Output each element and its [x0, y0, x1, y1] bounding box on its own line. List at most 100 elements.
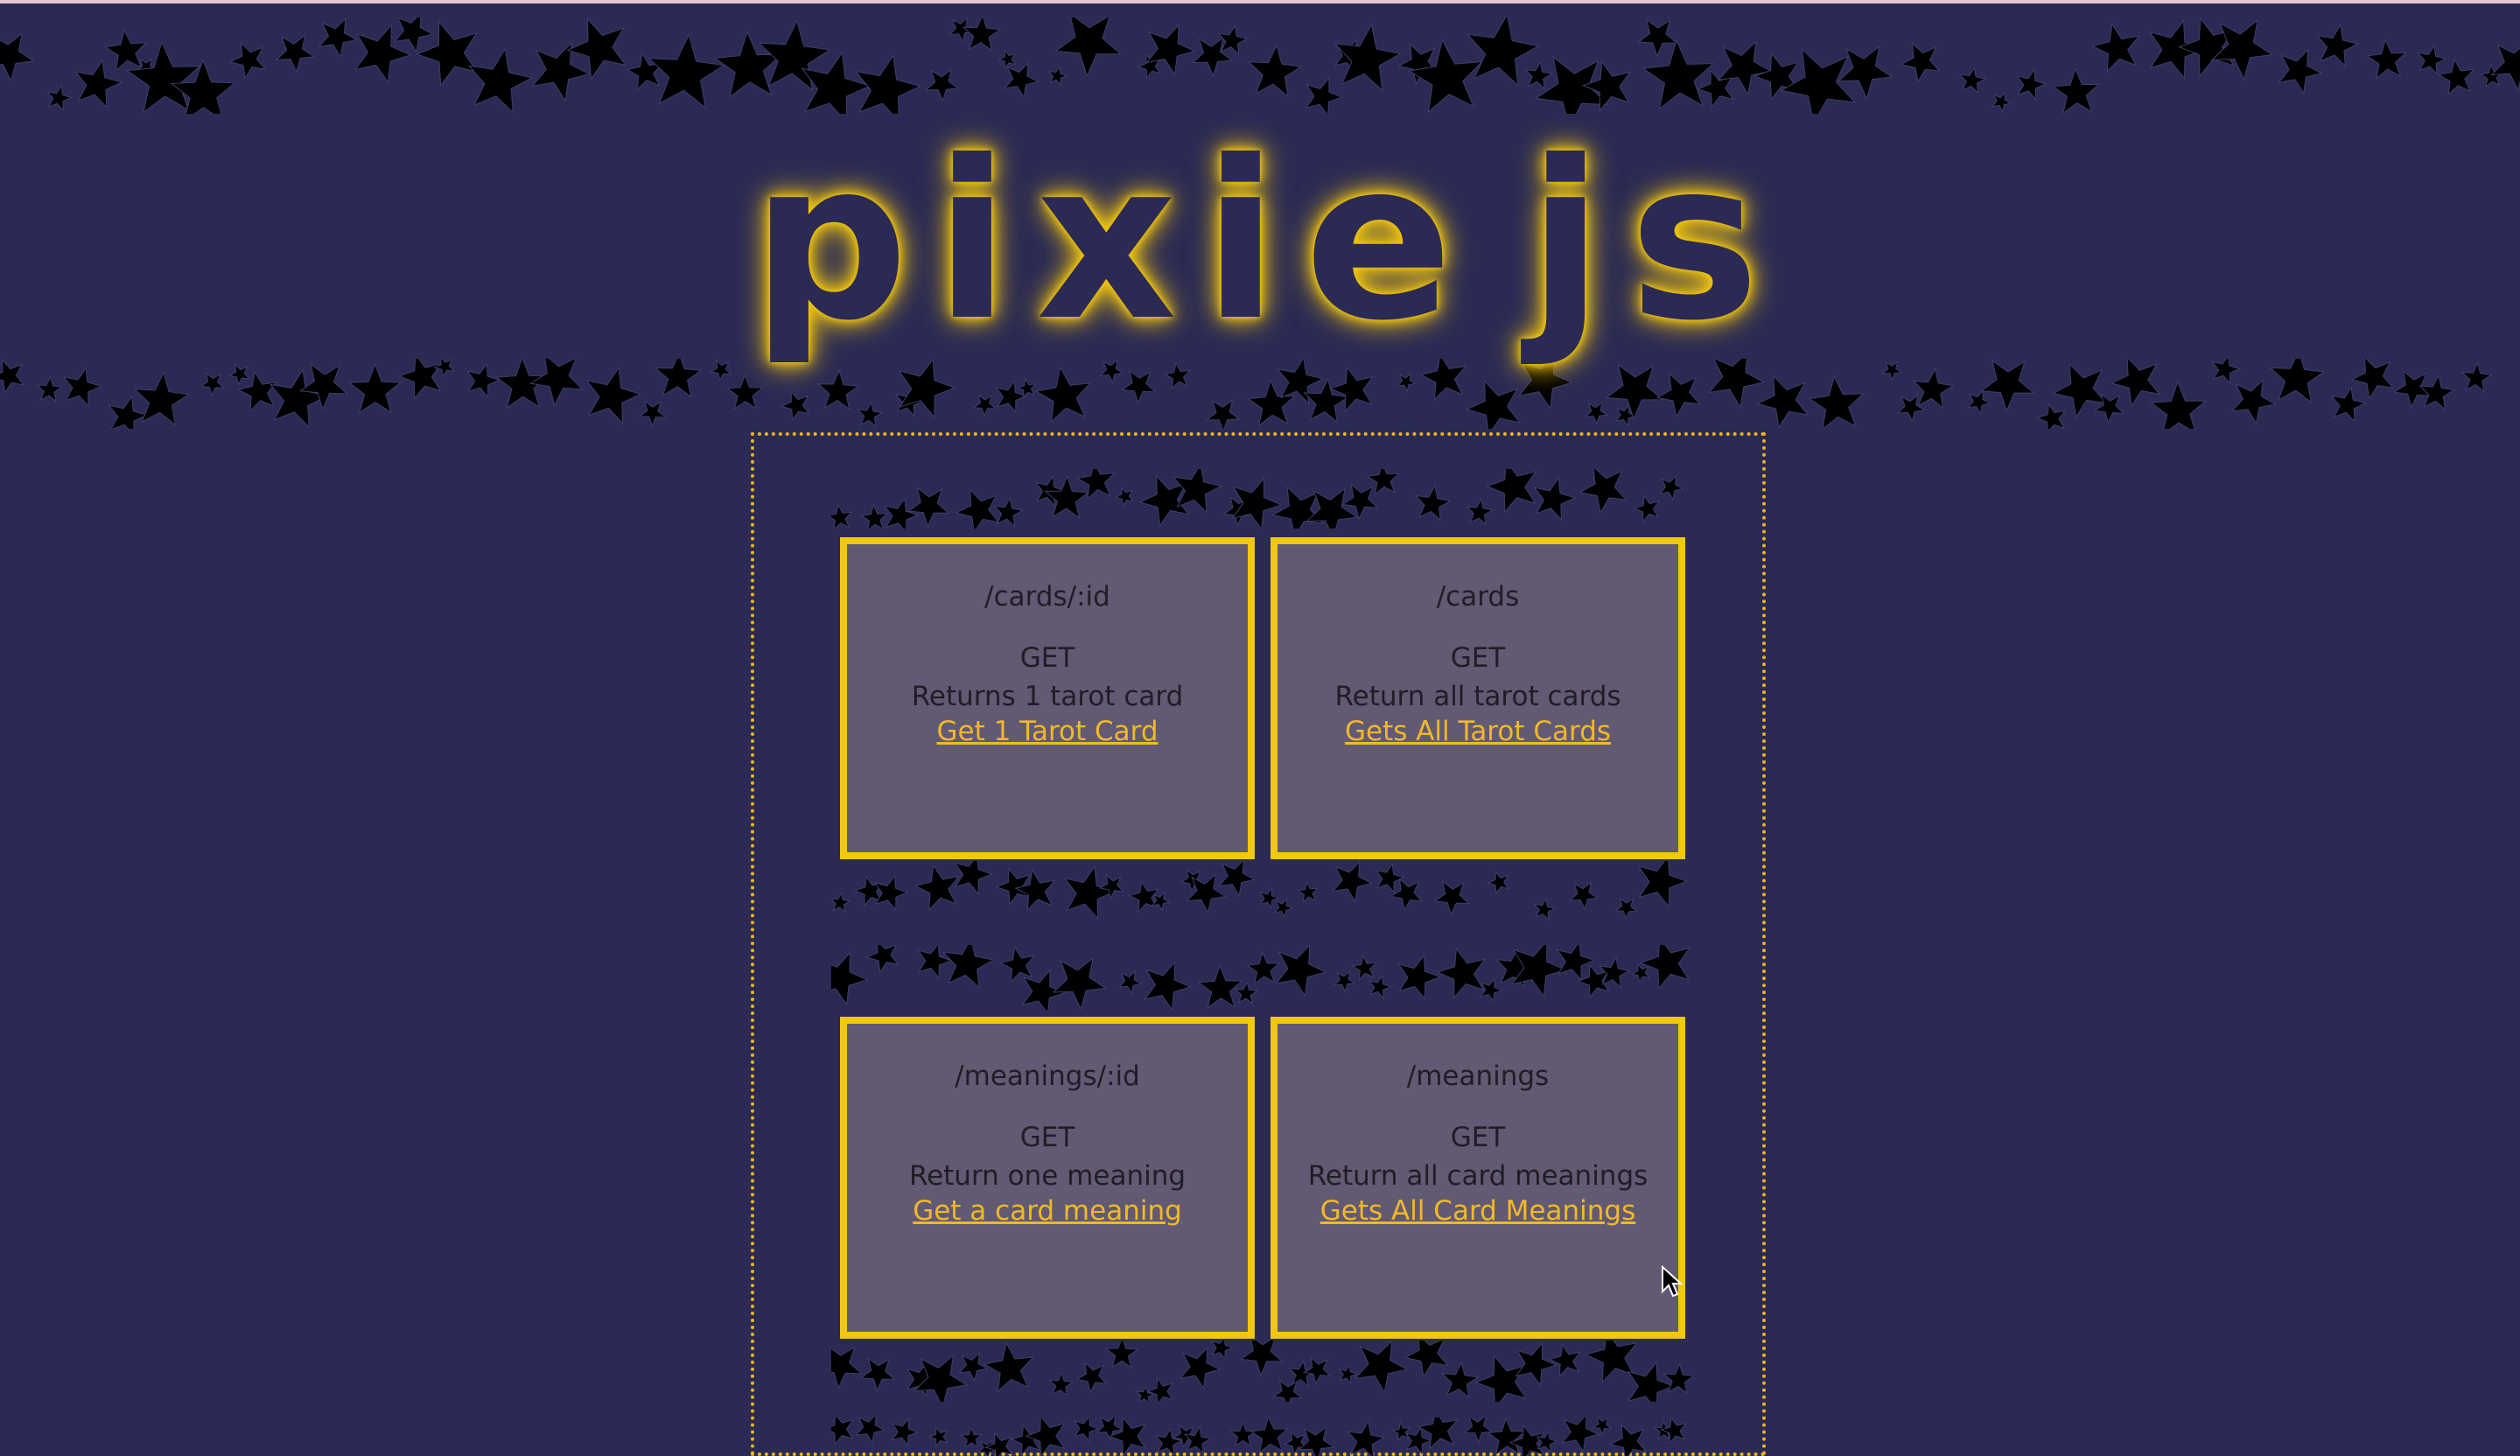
star-icon — [1016, 871, 1055, 910]
star-icon — [1643, 40, 1713, 108]
star-icon — [2418, 46, 2446, 74]
star-icon — [1144, 962, 1190, 1010]
star-icon — [469, 49, 532, 113]
star-icon — [943, 945, 993, 988]
star-icon — [858, 402, 882, 426]
star-icon — [1241, 1340, 1282, 1376]
star-icon — [1418, 1418, 1457, 1448]
star-icon — [1152, 892, 1170, 910]
star-icon — [640, 402, 665, 426]
star-icon — [2367, 40, 2405, 78]
star-icon — [1065, 867, 1115, 919]
star-icon — [1992, 93, 2011, 111]
star-icon — [1467, 381, 1520, 429]
star-icon — [2213, 359, 2240, 383]
star-icon — [399, 359, 441, 398]
site-logo: pixiejs — [770, 114, 1768, 368]
star-icon — [1275, 900, 1292, 917]
star-icon — [1662, 1418, 1686, 1443]
star-icon — [1353, 956, 1376, 980]
get-one-tarot-card-link[interactable]: Get 1 Tarot Card — [936, 716, 1158, 747]
star-icon — [1628, 1362, 1674, 1402]
star-icon — [1156, 1429, 1181, 1455]
star-icon — [1299, 1427, 1334, 1456]
star-icon — [919, 945, 951, 978]
star-icon — [531, 359, 583, 405]
star-icon — [1306, 79, 1342, 115]
star-icon — [1535, 478, 1575, 520]
star-icon — [1074, 1418, 1098, 1441]
star-icon — [1435, 882, 1469, 915]
star-icon — [587, 368, 641, 423]
star-icon — [201, 374, 224, 396]
star-icon — [1304, 1358, 1330, 1383]
star-icon — [2318, 25, 2358, 66]
star-icon — [831, 893, 850, 912]
star-icon — [38, 377, 62, 402]
star-border-under-logo — [0, 359, 2520, 429]
endpoint-container: /cards/:id GET Returns 1 tarot card Get … — [751, 432, 1766, 1456]
star-icon — [2439, 60, 2474, 94]
star-icon — [276, 35, 314, 72]
star-icon — [2038, 404, 2065, 429]
star-icon — [1399, 956, 1440, 998]
star-icon — [1639, 20, 1676, 56]
star-icon — [1284, 1432, 1306, 1454]
endpoint-description: Return one meaning — [847, 1160, 1248, 1192]
endpoint-description: Return all card meanings — [1278, 1160, 1678, 1192]
star-icon — [1110, 1418, 1145, 1455]
star-icon — [1298, 882, 1318, 901]
star-icon — [885, 499, 918, 528]
star-icon — [781, 392, 808, 420]
star-border-top — [0, 18, 2520, 114]
star-icon — [1558, 945, 1594, 980]
star-icon — [2093, 24, 2139, 72]
star-icon — [109, 396, 147, 429]
star-icon — [915, 865, 959, 910]
star-icon — [1236, 982, 1257, 1003]
star-icon — [1571, 883, 1598, 909]
star-icon — [1550, 1345, 1580, 1376]
endpoint-method: GET — [1278, 642, 1678, 674]
star-icon — [1438, 948, 1485, 998]
star-border-row2-bottom — [831, 1340, 1692, 1402]
star-icon — [1838, 46, 1892, 98]
star-icon — [728, 375, 763, 409]
get-all-tarot-cards-link[interactable]: Gets All Tarot Cards — [1345, 716, 1611, 747]
star-icon — [1535, 899, 1555, 920]
star-icon — [711, 360, 732, 381]
star-icon — [1465, 1418, 1492, 1442]
star-icon — [831, 1346, 861, 1388]
star-icon — [831, 505, 851, 528]
star-icon — [1261, 889, 1279, 908]
star-icon — [955, 861, 991, 893]
star-icon — [1393, 1423, 1410, 1440]
star-icon — [831, 953, 867, 1004]
logo-text-js: js — [1528, 114, 1786, 368]
star-icon — [1274, 1381, 1302, 1402]
star-icon — [1467, 18, 1538, 85]
star-icon — [319, 19, 357, 57]
star-icon — [1901, 44, 1940, 82]
star-icon — [1467, 500, 1493, 524]
window-top-edge — [0, 0, 2520, 4]
endpoint-method: GET — [847, 1122, 1248, 1153]
star-icon — [1334, 972, 1354, 991]
star-icon — [2232, 381, 2275, 424]
star-icon — [1004, 63, 1038, 97]
star-icon — [1660, 476, 1683, 499]
star-icon — [1251, 1418, 1287, 1452]
star-icon — [1248, 953, 1279, 984]
star-icon — [857, 1418, 885, 1443]
star-icon — [1616, 899, 1637, 919]
star-icon — [468, 364, 500, 396]
star-icon — [1333, 862, 1371, 901]
star-icon — [862, 505, 887, 528]
endpoint-description: Returns 1 tarot card — [847, 681, 1248, 712]
star-icon — [1960, 67, 1985, 93]
star-icon — [76, 60, 122, 108]
star-icon — [956, 490, 998, 528]
get-all-card-meanings-link[interactable]: Gets All Card Meanings — [1320, 1195, 1635, 1227]
get-card-meaning-link[interactable]: Get a card meaning — [913, 1195, 1182, 1227]
star-icon — [867, 945, 898, 972]
